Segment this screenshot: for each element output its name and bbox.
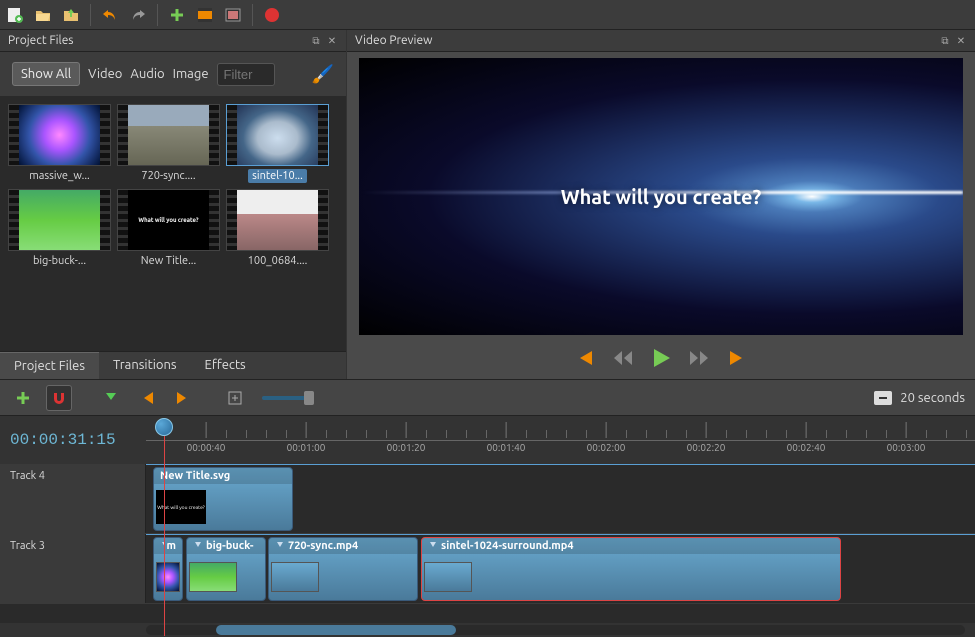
track-content[interactable]: m big-buck-720-sync.mp4 sintel-1024-surrou… <box>146 534 975 603</box>
timeline-ruler-row: 00:00:31:15 00:00:4000:01:0000:01:2000:0… <box>0 416 975 464</box>
preview-close-icon[interactable]: ✕ <box>955 35 967 47</box>
track-row: Track 4New Title.svgWhat will you create… <box>0 464 975 534</box>
tab-transitions[interactable]: Transitions <box>99 352 191 379</box>
ruler-tick: 00:02:20 <box>687 442 726 453</box>
project-files-titlebar: Project Files ⧉ ✕ <box>0 30 346 52</box>
clip-label: m <box>154 538 182 554</box>
project-files-title: Project Files <box>8 34 74 47</box>
ruler-tick: 00:01:40 <box>487 442 526 453</box>
timeline-toolbar: 20 seconds <box>0 380 975 416</box>
video-preview-panel: Video Preview ⧉ ✕ What will you create? <box>347 30 975 379</box>
import-files-button[interactable] <box>166 4 188 26</box>
ruler-tick: 00:02:00 <box>587 442 626 453</box>
add-marker-button[interactable] <box>98 385 124 411</box>
zoom-slider[interactable] <box>262 396 312 400</box>
open-project-button[interactable] <box>32 4 54 26</box>
filter-image-button[interactable]: Image <box>173 67 209 81</box>
fullscreen-button[interactable] <box>222 4 244 26</box>
preview-overlay-text: What will you create? <box>561 185 762 208</box>
snapping-button[interactable] <box>46 385 72 411</box>
filter-audio-button[interactable]: Audio <box>130 67 164 81</box>
add-track-button[interactable] <box>10 385 36 411</box>
zoom-level-label: 20 seconds <box>900 391 965 405</box>
fast-forward-button[interactable] <box>688 347 710 369</box>
clip-label: New Title.svg <box>154 468 292 484</box>
ruler-tick: 00:02:40 <box>787 442 826 453</box>
ruler-tick: 00:01:20 <box>387 442 426 453</box>
timeline-clip[interactable]: 720-sync.mp4 <box>268 537 418 601</box>
previous-marker-button[interactable] <box>134 385 160 411</box>
timecode-display[interactable]: 00:00:31:15 <box>0 416 146 464</box>
filter-search-input[interactable] <box>217 63 275 86</box>
tab-effects[interactable]: Effects <box>191 352 260 379</box>
playhead[interactable] <box>164 418 173 436</box>
project-file-label: big-buck-... <box>29 254 90 268</box>
timeline-tracks-area[interactable]: Track 4New Title.svgWhat will you create… <box>0 464 975 623</box>
timeline-panel: 20 seconds 00:00:31:15 00:00:4000:01:000… <box>0 379 975 637</box>
tab-project-files[interactable]: Project Files <box>0 352 99 379</box>
center-playhead-button[interactable] <box>222 385 248 411</box>
timeline-clip[interactable]: m <box>153 537 183 601</box>
play-button[interactable] <box>650 347 672 369</box>
panel-close-icon[interactable]: ✕ <box>326 35 338 47</box>
clip-label: sintel-1024-surround.mp4 <box>422 538 840 554</box>
next-marker-button[interactable] <box>170 385 196 411</box>
project-file-label: New Title... <box>137 254 200 268</box>
timeline-scroll-track[interactable] <box>146 625 965 635</box>
jump-start-button[interactable] <box>574 347 596 369</box>
clip-label: big-buck- <box>187 538 265 554</box>
timeline-scroll-thumb[interactable] <box>216 625 456 635</box>
video-preview-title: Video Preview <box>355 34 432 47</box>
clip-label: 720-sync.mp4 <box>269 538 417 554</box>
project-file-item[interactable]: 720-sync.... <box>117 104 220 183</box>
filter-video-button[interactable]: Video <box>88 67 122 81</box>
project-files-grid: massive_w... 720-sync.... sintel-10... big-… <box>0 96 346 351</box>
project-file-label: sintel-10... <box>248 169 307 183</box>
rewind-button[interactable] <box>612 347 634 369</box>
project-file-label: 720-sync.... <box>137 169 199 183</box>
project-file-item[interactable]: sintel-10... <box>226 104 329 183</box>
ruler-tick: 00:03:00 <box>887 442 926 453</box>
export-video-button[interactable] <box>261 4 283 26</box>
choose-profile-button[interactable] <box>194 4 216 26</box>
project-file-item[interactable]: big-buck-... <box>8 189 111 268</box>
project-file-label: 100_0684.... <box>244 254 312 268</box>
new-project-button[interactable] <box>4 4 26 26</box>
track-row: Track 3 m big-buck-720-sync.mp4 sintel-1024… <box>0 534 975 604</box>
timeline-ruler[interactable]: 00:00:40 00:01:00 00:01:20 00:01:40 00:02:00… <box>146 416 975 464</box>
project-file-item[interactable]: massive_w... <box>8 104 111 183</box>
track-header[interactable]: Track 4 <box>0 464 146 533</box>
project-files-filter-row: Show All Video Audio Image 🖌️ <box>0 52 346 96</box>
main-toolbar <box>0 0 975 30</box>
project-files-tabs: Project Files Transitions Effects <box>0 351 346 379</box>
project-file-item[interactable]: What will you create?New Title... <box>117 189 220 268</box>
undo-button[interactable] <box>99 4 121 26</box>
timeline-clip[interactable]: sintel-1024-surround.mp4 <box>421 537 841 601</box>
video-preview-canvas[interactable]: What will you create? <box>359 58 963 335</box>
zoom-level-icon[interactable] <box>874 391 892 405</box>
track-header[interactable]: Track 3 <box>0 534 146 603</box>
timeline-clip[interactable]: New Title.svgWhat will you create? <box>153 467 293 531</box>
transport-controls <box>359 335 963 373</box>
timeline-clip[interactable]: big-buck- <box>186 537 266 601</box>
redo-button[interactable] <box>127 4 149 26</box>
track-content[interactable]: New Title.svgWhat will you create? <box>146 464 975 533</box>
preview-undock-icon[interactable]: ⧉ <box>939 35 951 47</box>
project-file-label: massive_w... <box>25 169 94 183</box>
panel-undock-icon[interactable]: ⧉ <box>310 35 322 47</box>
ruler-tick: 00:01:00 <box>287 442 326 453</box>
jump-end-button[interactable] <box>726 347 748 369</box>
timeline-scrollbar <box>0 623 975 637</box>
clear-filter-icon[interactable]: 🖌️ <box>312 64 334 85</box>
video-preview-titlebar: Video Preview ⧉ ✕ <box>347 30 975 52</box>
ruler-tick: 00:00:40 <box>187 442 226 453</box>
save-project-button[interactable] <box>60 4 82 26</box>
project-file-item[interactable]: 100_0684.... <box>226 189 329 268</box>
filter-show-all-button[interactable]: Show All <box>12 62 80 86</box>
project-files-panel: Project Files ⧉ ✕ Show All Video Audio I… <box>0 30 347 379</box>
